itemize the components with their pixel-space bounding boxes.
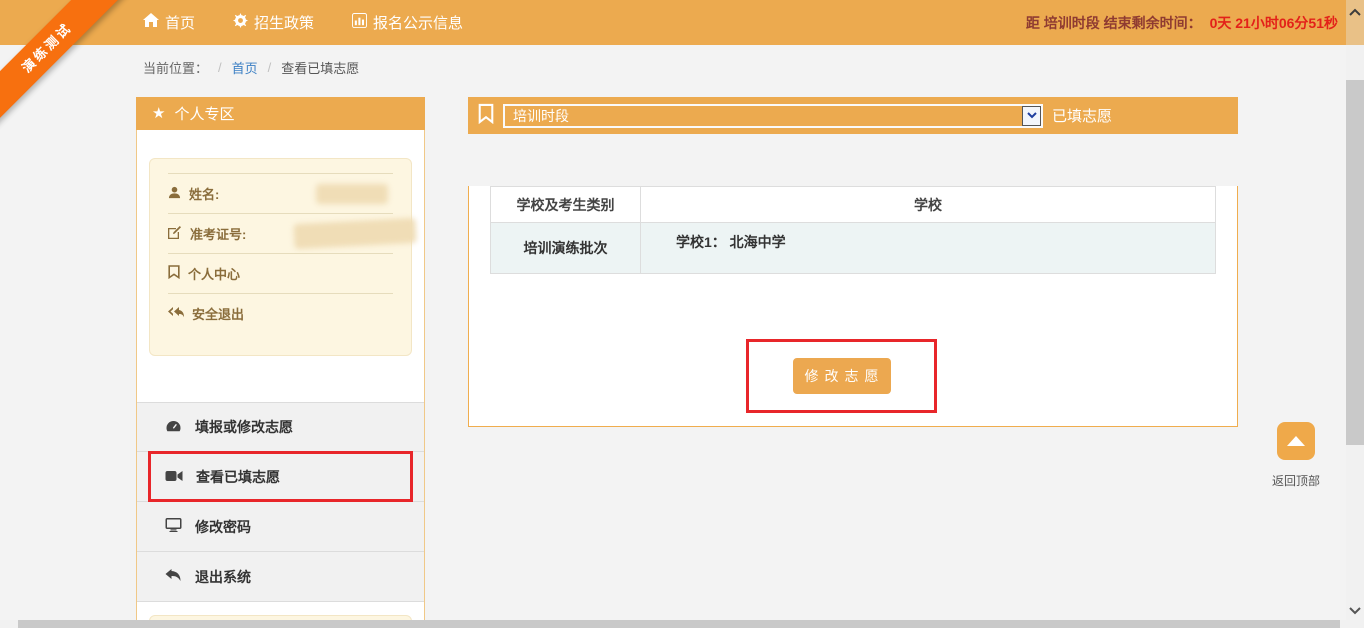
scroll-up-icon[interactable] bbox=[1349, 4, 1361, 22]
menu-item-exit-system[interactable]: 退出系统 bbox=[137, 552, 424, 602]
vertical-scrollbar[interactable] bbox=[1346, 0, 1364, 628]
table-header-row: 学校及考生类别 学校 bbox=[491, 187, 1215, 223]
back-to-top: 返回顶部 bbox=[1271, 422, 1321, 489]
profile-name-row: 姓名: bbox=[168, 173, 393, 213]
cell-school-value: 学校1： 北海中学 bbox=[641, 223, 1215, 273]
highlight-box-menu bbox=[148, 451, 413, 502]
cell-batch-category: 培训演练批次 bbox=[491, 223, 641, 273]
breadcrumb-separator: / bbox=[218, 60, 222, 75]
home-icon bbox=[143, 13, 159, 32]
bar-chart-icon bbox=[352, 13, 367, 32]
main-nav: 首页 招生政策 报名公示信息 bbox=[143, 0, 463, 45]
countdown-value: 0天 21小时06分51秒 bbox=[1210, 13, 1338, 33]
modify-preferences-button[interactable]: 修改志愿 bbox=[793, 358, 891, 394]
personal-center-label: 个人中心 bbox=[188, 264, 240, 283]
nav-label-public-info: 报名公示信息 bbox=[373, 12, 463, 33]
breadcrumb-home-link[interactable]: 首页 bbox=[232, 58, 258, 77]
countdown-timer: 距 培训时段 结束剩余时间： 0天 21小时06分51秒 bbox=[1026, 0, 1338, 45]
desktop-icon bbox=[165, 518, 182, 535]
redacted-name-value bbox=[316, 184, 388, 204]
menu-item-view-filled[interactable]: 查看已填志愿 bbox=[137, 452, 424, 502]
filled-preferences-panel: 培训时段 已填志愿 学校及考生类别 学校 培训演练批次 学校1： 北海中学 修改… bbox=[468, 97, 1238, 427]
countdown-label: 距 培训时段 结束剩余时间： bbox=[1026, 13, 1202, 33]
preferences-table: 学校及考生类别 学校 培训演练批次 学校1： 北海中学 bbox=[490, 186, 1216, 274]
panel-title: 已填志愿 bbox=[1052, 105, 1112, 126]
scroll-down-icon[interactable] bbox=[1349, 602, 1361, 620]
sidebar: ★ 个人专区 姓名: 准考证号: bbox=[136, 97, 425, 628]
video-camera-icon bbox=[165, 469, 183, 485]
vertical-scrollbar-thumb[interactable] bbox=[1346, 80, 1364, 445]
training-period-select[interactable]: 培训时段 bbox=[503, 104, 1043, 128]
menu-label: 退出系统 bbox=[195, 567, 251, 587]
top-header-bar: 首页 招生政策 报名公示信息 距 培训时段 结束剩余时间： 0天 21小时06分… bbox=[0, 0, 1364, 45]
menu-label: 填报或修改志愿 bbox=[195, 417, 293, 437]
col-header-category: 学校及考生类别 bbox=[491, 187, 641, 222]
nav-item-public-info[interactable]: 报名公示信息 bbox=[352, 12, 463, 33]
redacted-exam-no-value bbox=[293, 218, 416, 249]
panel-header: 培训时段 已填志愿 bbox=[468, 97, 1238, 134]
sidebar-title: 个人专区 bbox=[174, 103, 234, 124]
menu-item-fill-or-modify[interactable]: 填报或修改志愿 bbox=[137, 402, 424, 452]
back-to-top-button[interactable] bbox=[1277, 422, 1315, 460]
reply-all-icon bbox=[168, 306, 184, 321]
horizontal-scrollbar[interactable] bbox=[0, 620, 1346, 628]
profile-panel: 姓名: 准考证号: 个人中心 bbox=[149, 158, 412, 356]
safe-logout-link[interactable]: 安全退出 bbox=[168, 293, 393, 333]
horizontal-scrollbar-thumb[interactable] bbox=[18, 620, 1340, 628]
menu-label: 查看已填志愿 bbox=[196, 467, 280, 487]
select-dropdown-arrow[interactable] bbox=[1022, 106, 1041, 126]
profile-exam-row: 准考证号: bbox=[168, 213, 393, 253]
personal-center-link[interactable]: 个人中心 bbox=[168, 253, 393, 293]
name-label: 姓名: bbox=[189, 184, 219, 203]
sidebar-body: 姓名: 准考证号: 个人中心 bbox=[136, 130, 425, 628]
dashboard-icon bbox=[165, 419, 182, 436]
menu-item-change-password[interactable]: 修改密码 bbox=[137, 502, 424, 552]
menu-label: 修改密码 bbox=[195, 517, 251, 537]
bookmark-outline-icon bbox=[478, 103, 494, 129]
bookmark-icon bbox=[168, 265, 180, 282]
breadcrumb-prefix: 当前位置： bbox=[143, 58, 208, 77]
sidebar-header: ★ 个人专区 bbox=[136, 97, 425, 130]
star-icon: ★ bbox=[152, 106, 165, 121]
select-value: 培训时段 bbox=[513, 106, 569, 126]
nav-item-home[interactable]: 首页 bbox=[143, 12, 195, 33]
breadcrumb-current: 查看已填志愿 bbox=[281, 58, 359, 77]
edit-icon bbox=[168, 225, 182, 242]
reply-icon bbox=[165, 569, 182, 585]
nav-item-policy[interactable]: 招生政策 bbox=[233, 12, 314, 33]
highlight-box-button: 修改志愿 bbox=[746, 339, 937, 413]
sidebar-menu: 填报或修改志愿 查看已填志愿 修改密码 bbox=[137, 402, 424, 602]
page: 首页 招生政策 报名公示信息 距 培训时段 结束剩余时间： 0天 21小时06分… bbox=[0, 0, 1364, 628]
nav-label-home: 首页 bbox=[165, 12, 195, 33]
exam-no-label: 准考证号: bbox=[190, 224, 246, 243]
breadcrumb: 当前位置： / 首页 / 查看已填志愿 bbox=[143, 58, 359, 77]
panel-body: 学校及考生类别 学校 培训演练批次 学校1： 北海中学 修改志愿 bbox=[468, 186, 1238, 427]
breadcrumb-separator: / bbox=[268, 60, 272, 75]
person-icon bbox=[168, 186, 181, 202]
col-header-school: 学校 bbox=[641, 187, 1215, 222]
table-row: 培训演练批次 学校1： 北海中学 bbox=[491, 223, 1215, 273]
back-to-top-label: 返回顶部 bbox=[1271, 472, 1321, 489]
safe-logout-label: 安全退出 bbox=[192, 304, 244, 323]
nav-label-policy: 招生政策 bbox=[254, 12, 314, 33]
up-triangle-icon bbox=[1287, 436, 1305, 446]
gear-icon bbox=[233, 13, 248, 32]
